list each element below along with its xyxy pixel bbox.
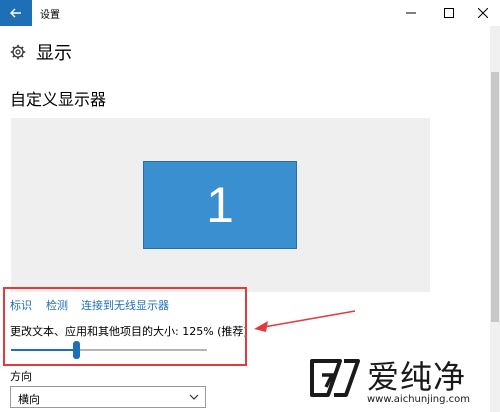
- highlight-box: [3, 287, 247, 366]
- minimize-button[interactable]: [394, 0, 428, 26]
- watermark-brand: 爱纯净: [367, 358, 467, 396]
- maximize-button[interactable]: [432, 0, 466, 26]
- gear-icon: [10, 44, 26, 60]
- close-icon: [478, 8, 488, 18]
- scrollbar-thumb[interactable]: [491, 72, 499, 322]
- monitor-1[interactable]: 1: [143, 161, 297, 249]
- section-title: 自定义显示器: [10, 90, 107, 109]
- watermark-url: www.aichunjing.com: [367, 394, 470, 405]
- back-arrow-icon: [10, 8, 21, 18]
- monitor-number: 1: [206, 177, 234, 233]
- close-button[interactable]: [466, 0, 500, 26]
- chevron-down-icon: [189, 394, 199, 400]
- page-title: 显示: [36, 43, 72, 64]
- maximize-icon: [444, 8, 454, 18]
- orientation-selected: 横向: [18, 393, 40, 406]
- orientation-label: 方向: [10, 370, 32, 383]
- back-button[interactable]: [0, 0, 32, 26]
- watermark: 爱纯净 www.aichunjing.com: [305, 352, 493, 410]
- annotation-arrow-icon: [254, 310, 356, 332]
- window-title: 设置: [40, 10, 60, 21]
- minimize-icon: [406, 12, 416, 14]
- watermark-logo-icon: [310, 359, 360, 397]
- title-bar: 设置: [0, 0, 500, 26]
- orientation-dropdown[interactable]: 横向: [10, 386, 206, 408]
